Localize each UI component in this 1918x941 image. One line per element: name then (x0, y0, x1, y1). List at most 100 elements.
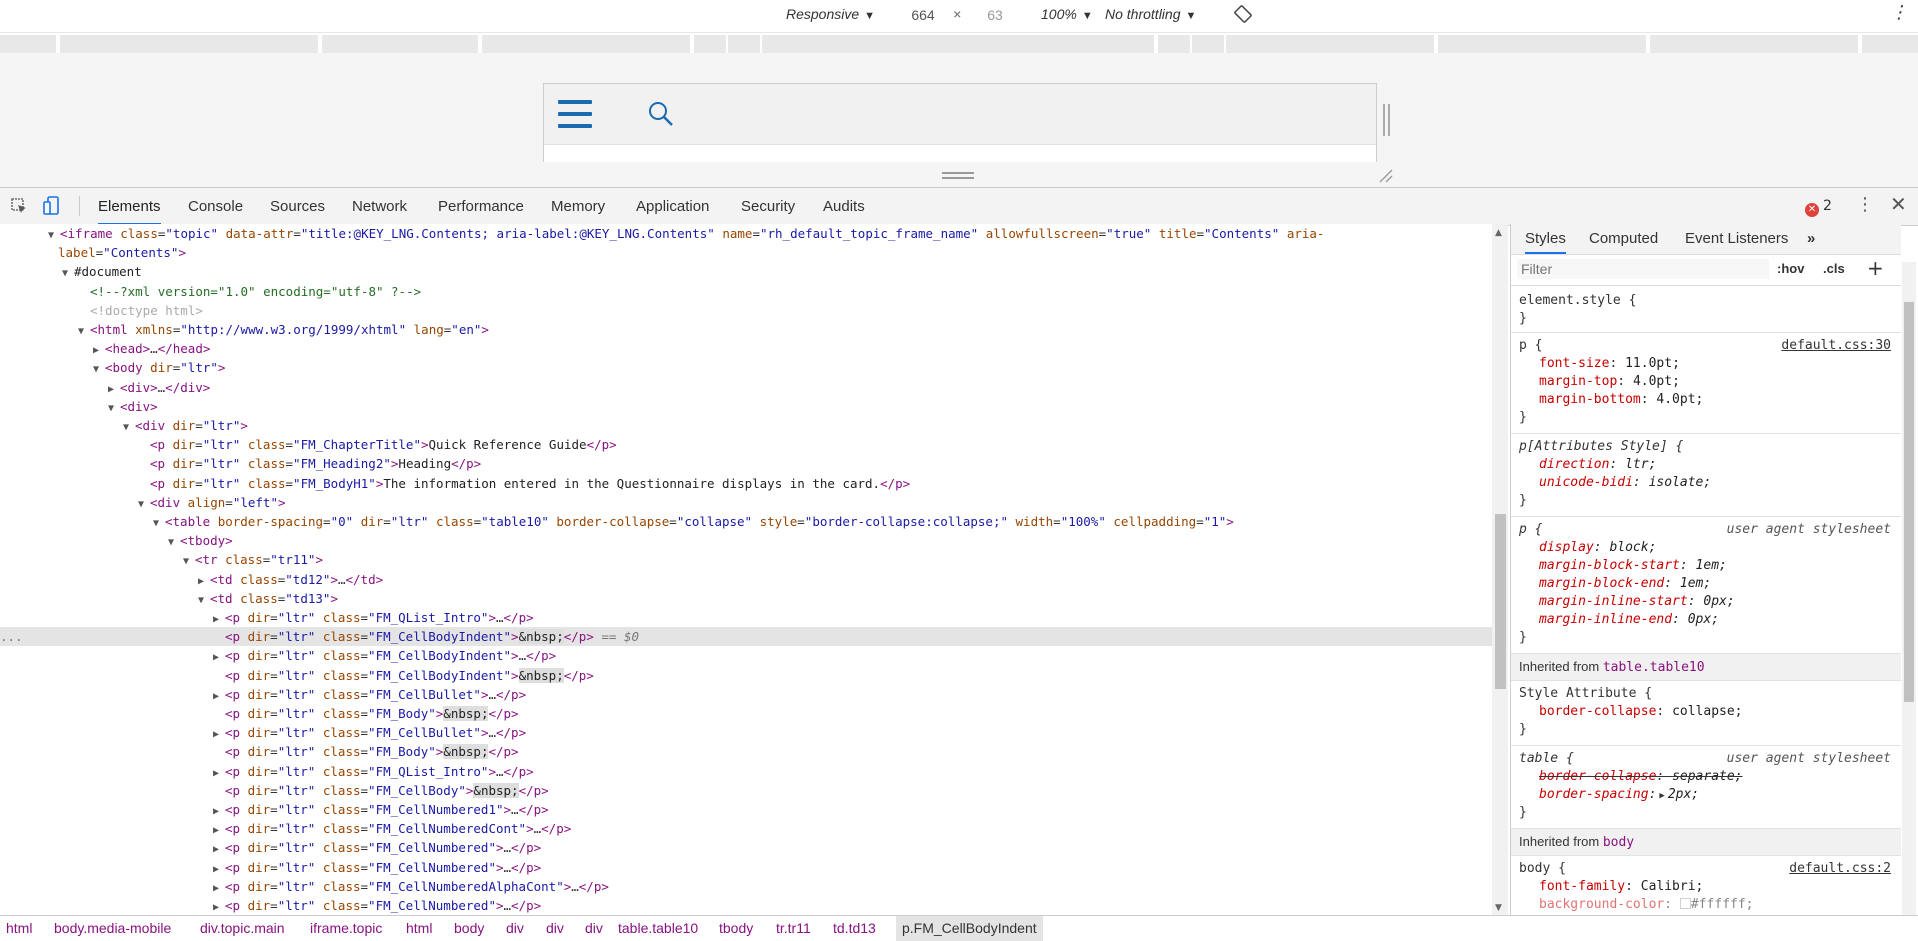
expand-toggle-icon[interactable]: ▼ (183, 552, 195, 571)
dom-node[interactable]: <!--?xml version="1.0" encoding="utf-8" … (0, 282, 1492, 301)
resize-handle-bottom-icon[interactable] (942, 172, 974, 180)
user-agent-table-rule[interactable]: table { user agent stylesheet border-col… (1511, 746, 1901, 829)
dom-node[interactable]: <p dir="ltr" class="FM_ChapterTitle">Qui… (0, 435, 1492, 454)
dom-node[interactable]: ▼ <div align="left"> (0, 493, 1492, 512)
dom-node[interactable]: ▼ #document (0, 262, 1492, 281)
device-toolbar-toggle-icon[interactable] (42, 196, 62, 220)
breadcrumb-item[interactable]: p.FM_CellBodyIndent (896, 916, 1043, 941)
dom-node[interactable]: ▶ <p dir="ltr" class="FM_QList_Intro">…</… (0, 608, 1492, 627)
dom-node[interactable]: ▼ <div dir="ltr"> (0, 416, 1492, 435)
breadcrumb-item[interactable]: table.table10 (618, 916, 698, 941)
style-property[interactable]: font-size: 11.0pt; (1539, 355, 1680, 373)
source-link[interactable]: default.css:30 (1781, 337, 1891, 355)
tab-security[interactable]: Security (741, 188, 795, 225)
dom-node[interactable]: ▶ <td class="td12">…</td> (0, 570, 1492, 589)
customize-devtools-icon[interactable]: ⋮ (1856, 194, 1874, 215)
resize-handle-right-icon[interactable] (1383, 104, 1391, 136)
breadcrumb-item[interactable]: div.topic.main (200, 916, 285, 941)
inactive-style-property[interactable]: background-color: #ffffff; (1539, 896, 1754, 914)
error-counter[interactable]: ✕ 2 (1805, 198, 1832, 217)
media-query-segment[interactable] (1158, 35, 1190, 53)
dom-node[interactable]: ▶ <p dir="ltr" class="FM_CellNumbered">…<… (0, 838, 1492, 857)
hamburger-menu-icon[interactable] (558, 100, 592, 128)
media-query-segment[interactable] (762, 35, 1154, 53)
expand-toggle-icon[interactable]: ▶ (213, 821, 225, 840)
style-property[interactable]: margin-bottom: 4.0pt; (1539, 391, 1703, 409)
expand-toggle-icon[interactable]: ▶ (213, 860, 225, 879)
search-icon[interactable] (647, 100, 675, 128)
attributes-style-rule[interactable]: p[Attributes Style] { direction: ltr; un… (1511, 434, 1901, 517)
breadcrumb-item[interactable]: html (406, 916, 432, 941)
dom-node[interactable]: <p dir="ltr" class="FM_Body">&nbsp;</p> (0, 704, 1492, 723)
media-query-bar[interactable] (0, 35, 1918, 53)
more-tabs-icon[interactable]: » (1807, 224, 1815, 254)
source-link[interactable]: default.css:2 (1789, 860, 1891, 878)
dom-node[interactable]: <!doctype html> (0, 301, 1492, 320)
dom-node[interactable]: <p dir="ltr" class="FM_Heading2">Heading… (0, 454, 1492, 473)
tab-console[interactable]: Console (188, 188, 243, 225)
expand-toggle-icon[interactable]: ▼ (198, 591, 210, 610)
rotate-icon[interactable] (1233, 4, 1253, 27)
dom-node[interactable]: ▶ <p dir="ltr" class="FM_CellBodyIndent">… (0, 646, 1492, 665)
tab-elements[interactable]: Elements (98, 188, 161, 225)
dom-node[interactable]: ▼ <iframe class="topic" data-attr="title:… (0, 224, 1492, 243)
breadcrumb-item[interactable]: body.media-mobile (54, 916, 171, 941)
expand-toggle-icon[interactable]: ▶ (213, 610, 225, 629)
expand-toggle-icon[interactable]: ▶ (213, 687, 225, 706)
p-rule[interactable]: p { default.css:30 font-size: 11.0pt; ma… (1511, 333, 1901, 434)
expand-toggle-icon[interactable]: ▼ (168, 533, 180, 552)
scroll-down-icon[interactable]: ▼ (1495, 903, 1502, 913)
zoom-select[interactable]: 100% ▼ (1041, 6, 1093, 22)
expand-toggle-icon[interactable]: ▼ (48, 226, 60, 245)
style-attribute-rule[interactable]: Style Attribute { border-collapse: colla… (1511, 681, 1901, 746)
inherited-target-link[interactable]: table.table10 (1603, 660, 1705, 675)
dom-node[interactable]: ▼ <div> (0, 397, 1492, 416)
dom-node[interactable]: <p dir="ltr" class="FM_Body">&nbsp;</p> (0, 742, 1492, 761)
dom-node[interactable]: ▼ <body dir="ltr"> (0, 358, 1492, 377)
inspect-element-icon[interactable] (10, 197, 28, 219)
style-property[interactable]: border-collapse: collapse; (1539, 703, 1743, 721)
media-query-segment[interactable] (694, 35, 726, 53)
more-options-icon[interactable]: ⋮ (1890, 2, 1908, 23)
dom-node[interactable]: ▶ <p dir="ltr" class="FM_CellNumbered1">…… (0, 800, 1492, 819)
more-actions-icon[interactable]: ... (0, 627, 23, 646)
expand-toggle-icon[interactable]: ▶ (213, 879, 225, 898)
media-query-segment[interactable] (322, 35, 478, 53)
body-rule[interactable]: body { default.css:2 font-family: Calibr… (1511, 856, 1901, 915)
element-style-rule[interactable]: element.style { } (1511, 286, 1901, 333)
dom-node[interactable]: ▶ <head>…</head> (0, 339, 1492, 358)
expand-toggle-icon[interactable]: ▶ (213, 648, 225, 667)
viewport-width-input[interactable]: 664 (898, 4, 948, 26)
color-swatch-icon[interactable] (1679, 898, 1691, 909)
tab-audits[interactable]: Audits (823, 188, 865, 225)
breadcrumb-item[interactable]: td.td13 (833, 916, 876, 941)
styles-scroll-thumb[interactable] (1904, 302, 1914, 702)
dom-node[interactable]: ▶ <p dir="ltr" class="FM_CellNumbered">…<… (0, 896, 1492, 915)
dom-node[interactable]: ▶ <p dir="ltr" class="FM_CellNumberedCont… (0, 819, 1492, 838)
expand-toggle-icon[interactable]: ▼ (62, 264, 74, 283)
cls-toggle[interactable]: .cls (1823, 261, 1845, 276)
dom-node[interactable]: ▶ <p dir="ltr" class="FM_CellNumberedAlph… (0, 877, 1492, 896)
media-query-segment[interactable] (1226, 35, 1434, 53)
elements-scroll-thumb[interactable] (1495, 514, 1506, 689)
expand-toggle-icon[interactable]: ▼ (108, 399, 120, 418)
breadcrumb-item[interactable]: div (585, 916, 603, 941)
tab-application[interactable]: Application (636, 188, 709, 225)
media-query-segment[interactable] (728, 35, 760, 53)
expand-toggle-icon[interactable]: ▼ (93, 360, 105, 379)
elements-scrollbar[interactable]: ▲ ▼ (1492, 224, 1508, 915)
dom-node[interactable]: ▶ <p dir="ltr" class="FM_QList_Intro">…</… (0, 762, 1492, 781)
tab-performance[interactable]: Performance (438, 188, 524, 225)
breadcrumb-item[interactable]: tbody (719, 916, 753, 941)
resize-handle-corner-icon[interactable] (1378, 168, 1394, 184)
breadcrumb-item[interactable]: div (546, 916, 564, 941)
media-query-segment[interactable] (1862, 35, 1918, 53)
expand-toggle-icon[interactable]: ▼ (123, 418, 135, 437)
dom-node[interactable]: ▼ <html xmlns="http://www.w3.org/1999/xht… (0, 320, 1492, 339)
dom-node[interactable]: ▶ <p dir="ltr" class="FM_CellNumbered">…<… (0, 858, 1492, 877)
styles-scrollbar[interactable] (1902, 262, 1916, 915)
expand-toggle-icon[interactable]: ▶ (108, 380, 120, 399)
dom-node[interactable]: <p dir="ltr" class="FM_CellBody">&nbsp;<… (0, 781, 1492, 800)
dom-node[interactable]: <p dir="ltr" class="FM_CellBodyIndent">&… (0, 666, 1492, 685)
styles-filter-input[interactable] (1517, 259, 1769, 279)
